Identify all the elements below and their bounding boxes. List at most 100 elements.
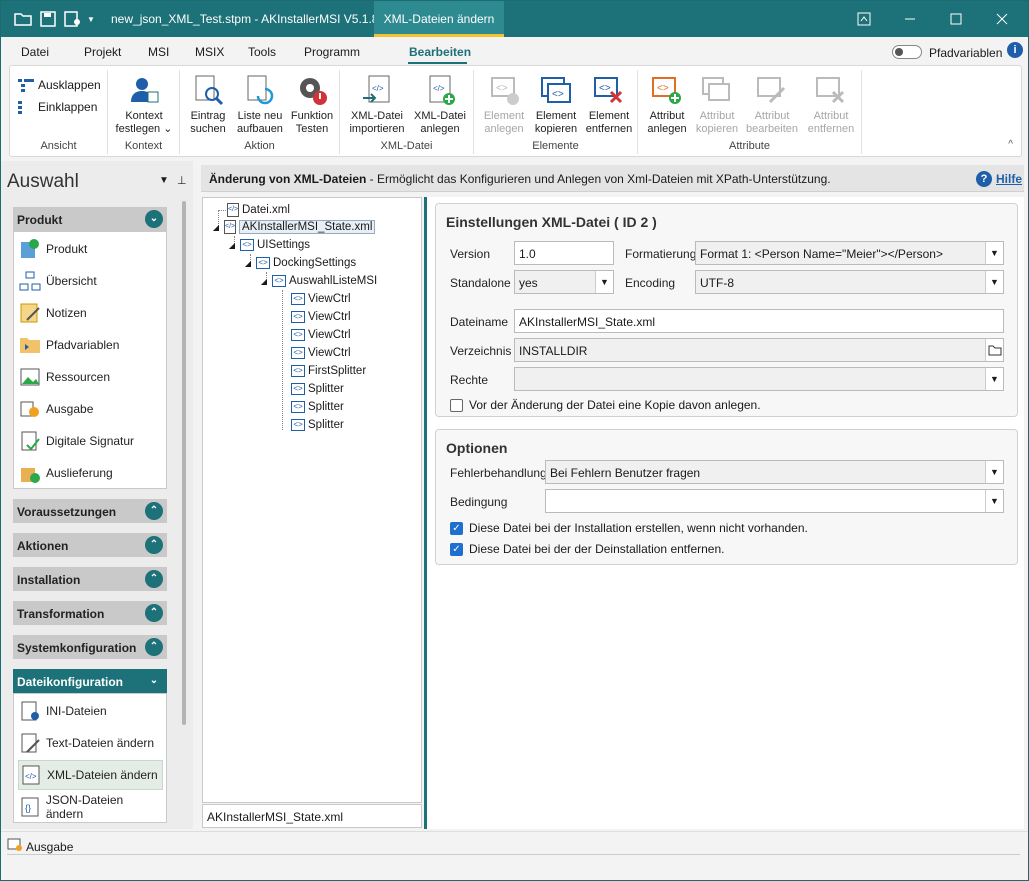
json-file-icon: {}: [18, 795, 42, 819]
attribut-anlegen-button[interactable]: <> Attribut anlegen: [642, 74, 692, 136]
section-systemkonfiguration[interactable]: Systemkonfiguration ⌃: [13, 635, 167, 659]
left-scrollbar[interactable]: [182, 201, 186, 725]
tree-node[interactable]: <> Splitter: [291, 383, 344, 395]
dropdown-caret-icon[interactable]: ▼: [85, 9, 97, 29]
element-anlegen-button[interactable]: <> Element anlegen: [478, 74, 530, 136]
dropdown-caret-icon[interactable]: ▼: [159, 175, 169, 186]
element-entfernen-button[interactable]: <> Element entfernen: [582, 74, 636, 136]
ribbon-group-xml-datei: </> XML-Datei importieren </> XML-Datei an…: [340, 70, 474, 154]
tree-status: AKInstallerMSI_State.xml: [202, 804, 422, 828]
product-icon: [18, 237, 42, 261]
einklappen-button[interactable]: Einklappen: [18, 100, 97, 114]
menu-tools[interactable]: Tools: [248, 45, 276, 59]
ausklappen-button[interactable]: Ausklappen: [18, 78, 101, 92]
liste-neu-aufbauen-button[interactable]: Liste neu aufbauen: [234, 74, 286, 136]
expand-arrow-icon: ◢: [244, 258, 252, 268]
checkmark-icon: ✓: [450, 542, 463, 556]
xml-file-icon: </>: [227, 203, 239, 217]
nav-digitale-signatur[interactable]: Digitale Signatur: [18, 426, 163, 456]
eintrag-suchen-button[interactable]: Eintrag suchen: [184, 74, 232, 136]
element-icon: <>: [272, 275, 286, 287]
nav-produkt[interactable]: Produkt: [18, 234, 163, 264]
section-voraussetzungen[interactable]: Voraussetzungen ⌃: [13, 499, 167, 523]
standalone-select[interactable]: yes ▼: [514, 270, 614, 294]
tree-node[interactable]: ◢ <> UISettings: [227, 239, 310, 251]
nav-pfadvariablen[interactable]: Pfadvariablen: [18, 330, 163, 360]
xml-datei-anlegen-button[interactable]: </> XML-Datei anlegen: [410, 74, 470, 136]
menu-msix[interactable]: MSIX: [195, 45, 224, 59]
ribbon-collapse-icon[interactable]: ^: [1008, 139, 1013, 150]
ribbon-group-elemente: <> Element anlegen <> Element kopieren <> …: [474, 70, 638, 154]
nav-ini-dateien[interactable]: INI-Dateien: [18, 696, 163, 726]
maximize-icon[interactable]: [933, 1, 979, 37]
fehlerbehandlung-select[interactable]: Bei Fehlern Benutzer fragen ▼: [545, 460, 1004, 484]
menu-projekt[interactable]: Projekt: [84, 45, 121, 59]
version-field[interactable]: 1.0: [514, 241, 614, 265]
menu-programm[interactable]: Programm: [304, 45, 360, 59]
nav-notizen[interactable]: Notizen: [18, 298, 163, 328]
tree-node[interactable]: <> ViewCtrl: [291, 329, 351, 341]
rechte-select[interactable]: ▼: [514, 367, 1004, 391]
entfernen-checkbox[interactable]: ✓ Diese Datei bei der der Deinstallation …: [450, 542, 724, 556]
formatierung-select[interactable]: Format 1: <Person Name="Meier"></Person>…: [695, 241, 1004, 265]
restore-icon[interactable]: [841, 1, 887, 37]
tree-node[interactable]: ◢ </> AKInstallerMSI_State.xml: [211, 220, 376, 234]
section-installation[interactable]: Installation ⌃: [13, 567, 167, 591]
tree-node[interactable]: </> Datei.xml: [227, 203, 290, 217]
menu-datei[interactable]: Datei: [21, 45, 49, 59]
attribut-kopieren-button[interactable]: Attribut kopieren: [692, 74, 742, 136]
menu-bearbeiten[interactable]: Bearbeiten: [409, 45, 471, 59]
pin-icon[interactable]: ⊥: [177, 174, 187, 187]
pfadvariablen-toggle[interactable]: [892, 45, 922, 59]
element-icon: <>: [291, 383, 305, 395]
section-produkt[interactable]: Produkt ⌄: [13, 207, 167, 231]
kontext-festlegen-button[interactable]: Kontext festlegen ⌄: [112, 74, 176, 136]
nav-ausgabe[interactable]: Ausgabe: [18, 394, 163, 424]
tree-node[interactable]: <> ViewCtrl: [291, 293, 351, 305]
attribut-entfernen-button[interactable]: Attribut entfernen: [802, 74, 860, 136]
section-aktionen[interactable]: Aktionen ⌃: [13, 533, 167, 557]
dropdown-arrow-icon: ▼: [985, 490, 1003, 512]
minimize-icon[interactable]: [887, 1, 933, 37]
tree-node[interactable]: ◢ <> AuswahlListeMSI: [259, 275, 377, 287]
close-icon[interactable]: [979, 1, 1025, 37]
context-tab[interactable]: XML-Dateien ändern: [374, 1, 504, 37]
erstellen-checkbox[interactable]: ✓ Diese Datei bei der Installation erstel…: [450, 521, 808, 535]
ribbon-group-label: Ansicht: [40, 140, 77, 152]
kopie-checkbox[interactable]: Vor der Änderung der Datei eine Kopie da…: [450, 398, 761, 412]
element-kopieren-button[interactable]: <> Element kopieren: [530, 74, 582, 136]
bedingung-field[interactable]: ▼: [545, 489, 1004, 513]
tree-node[interactable]: <> FirstSplitter: [291, 365, 366, 377]
funktion-testen-button[interactable]: Funktion Testen: [286, 74, 338, 136]
hilfe-link[interactable]: ? Hilfe: [976, 171, 1022, 187]
verzeichnis-field[interactable]: INSTALLDIR: [514, 338, 1004, 362]
attribut-bearbeiten-button[interactable]: Attribut bearbeiten: [742, 74, 802, 136]
element-add-icon: <>: [488, 74, 520, 106]
ausgabe-tab[interactable]: Ausgabe: [7, 838, 73, 855]
folder-browse-icon: [985, 339, 1003, 361]
page-description: - Ermöglicht das Konfigurieren und Anleg…: [366, 172, 831, 186]
tree-node[interactable]: <> Splitter: [291, 419, 344, 431]
folder-open-icon[interactable]: [13, 9, 33, 29]
tree-node[interactable]: ◢ <> DockingSettings: [243, 257, 356, 269]
tree-node[interactable]: <> ViewCtrl: [291, 347, 351, 359]
nav-text-dateien[interactable]: Text-Dateien ändern: [18, 728, 163, 758]
collapse-icon: [18, 101, 22, 114]
tree-node[interactable]: <> ViewCtrl: [291, 311, 351, 323]
menu-msi[interactable]: MSI: [148, 45, 169, 59]
xml-datei-importieren-button[interactable]: </> XML-Datei importieren: [344, 74, 410, 136]
info-icon[interactable]: i: [1007, 42, 1023, 58]
nav-xml-dateien[interactable]: </> XML-Dateien ändern: [18, 760, 163, 790]
section-dateikonfiguration[interactable]: Dateikonfiguration ⌄: [13, 669, 167, 693]
tree-node[interactable]: <> Splitter: [291, 401, 344, 413]
save-icon[interactable]: [38, 9, 58, 29]
dateiname-field[interactable]: AKInstallerMSI_State.xml: [514, 309, 1004, 333]
nav-uebersicht[interactable]: Übersicht: [18, 266, 163, 296]
section-transformation[interactable]: Transformation ⌃: [13, 601, 167, 625]
nav-json-dateien[interactable]: {} JSON-Dateien ändern: [18, 792, 163, 822]
nav-ressourcen[interactable]: Ressourcen: [18, 362, 163, 392]
encoding-select[interactable]: UTF-8 ▼: [695, 270, 1004, 294]
window-title: new_json_XML_Test.stpm - AKInstallerMSI …: [111, 12, 392, 26]
nav-auslieferung[interactable]: Auslieferung: [18, 458, 163, 488]
settings-icon[interactable]: [63, 9, 83, 29]
